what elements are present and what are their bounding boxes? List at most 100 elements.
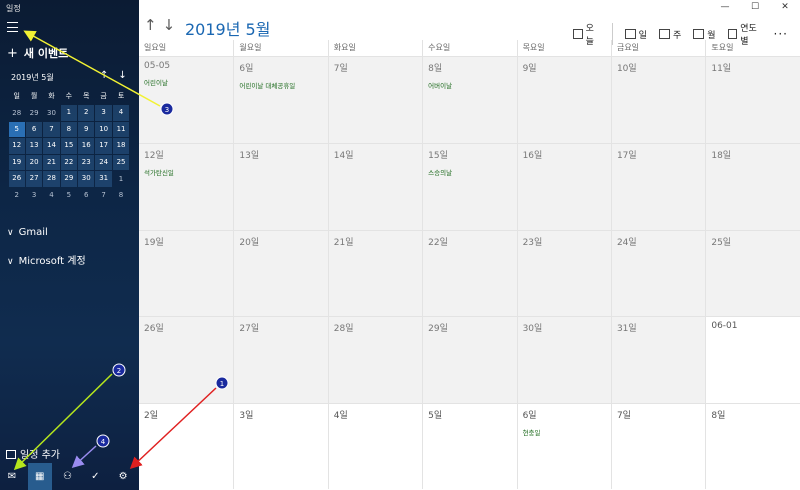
- calendar-day-cell[interactable]: 24일: [610, 229, 706, 317]
- calendar-day-cell[interactable]: 25일: [705, 229, 800, 317]
- add-calendar-button[interactable]: 일정 추가: [6, 446, 60, 461]
- mini-calendar-day[interactable]: 30: [43, 105, 60, 122]
- mini-calendar-day[interactable]: 1: [112, 171, 129, 188]
- mini-calendar-day[interactable]: 23: [78, 154, 95, 170]
- mail-icon[interactable]: ✉: [0, 463, 24, 490]
- mini-calendar-day[interactable]: 20: [25, 154, 43, 170]
- mini-calendar-day[interactable]: 2: [78, 105, 95, 121]
- new-event-button[interactable]: + 새 이벤트: [7, 45, 68, 61]
- mini-calendar-day[interactable]: 28: [43, 171, 60, 187]
- calendar-day-cell[interactable]: 16일: [516, 142, 611, 230]
- arrow-down-icon[interactable]: ↓: [163, 16, 182, 34]
- mini-calendar-day[interactable]: 28: [8, 105, 25, 122]
- calendar-day-cell[interactable]: 7일: [327, 56, 423, 143]
- calendar-day-cell[interactable]: 22일: [422, 229, 517, 317]
- holiday-event[interactable]: 석가탄신일: [144, 167, 228, 177]
- calendar-day-cell[interactable]: 31일: [610, 316, 706, 404]
- calendar-icon[interactable]: ▦: [27, 463, 52, 490]
- mini-calendar-day[interactable]: 17: [95, 138, 112, 154]
- calendar-day-cell[interactable]: 11일: [705, 56, 800, 143]
- mini-calendar-day[interactable]: 9: [78, 121, 95, 137]
- calendar-day-cell[interactable]: 28일: [327, 316, 423, 404]
- calendar-day-cell[interactable]: 20일: [233, 229, 328, 317]
- mini-calendar-day[interactable]: 12: [8, 138, 25, 154]
- holiday-event[interactable]: 스승의날: [428, 167, 511, 177]
- calendar-day-cell[interactable]: 6일 현충일: [516, 403, 611, 490]
- mini-calendar-day[interactable]: 5: [8, 121, 25, 137]
- account-gmail[interactable]: ∨ Gmail: [7, 227, 48, 238]
- calendar-day-cell[interactable]: 13일: [233, 142, 328, 230]
- calendar-day-cell[interactable]: 9일: [516, 56, 611, 143]
- mini-calendar-day[interactable]: 4: [112, 105, 130, 121]
- holiday-event[interactable]: 현충일: [523, 427, 606, 437]
- arrow-down-icon[interactable]: ↓: [118, 70, 136, 81]
- mini-calendar-day[interactable]: 6: [25, 121, 43, 137]
- mini-calendar-day[interactable]: 3: [25, 187, 42, 204]
- calendar-day-cell[interactable]: 19일: [139, 229, 234, 317]
- calendar-day-cell[interactable]: 06-01: [705, 316, 800, 404]
- arrow-up-icon[interactable]: ↑: [144, 16, 163, 34]
- mini-calendar-day[interactable]: 14: [43, 138, 60, 154]
- calendar-day-cell[interactable]: 2일: [139, 403, 234, 490]
- holiday-event[interactable]: 어버이날: [428, 80, 511, 90]
- mini-calendar-day[interactable]: 29: [25, 105, 42, 122]
- day-view-button[interactable]: 일: [624, 28, 647, 41]
- calendar-day-cell[interactable]: 15일 스승의날: [422, 142, 517, 230]
- mini-calendar-day[interactable]: 16: [78, 138, 95, 154]
- people-icon[interactable]: ⚇: [56, 463, 80, 490]
- mini-calendar-day[interactable]: 4: [43, 187, 60, 204]
- mini-calendar-day[interactable]: 3: [95, 105, 112, 121]
- hamburger-menu-icon[interactable]: [7, 22, 18, 32]
- week-view-button[interactable]: 주: [658, 28, 681, 41]
- account-microsoft[interactable]: ∨ Microsoft 계정: [7, 252, 86, 267]
- mini-calendar-day[interactable]: 26: [8, 171, 25, 187]
- calendar-day-cell[interactable]: 21일: [327, 229, 423, 317]
- minimize-button[interactable]: —: [710, 0, 740, 14]
- arrow-up-icon[interactable]: ↑: [100, 70, 118, 81]
- calendar-day-cell[interactable]: 3일: [233, 403, 328, 490]
- calendar-day-cell[interactable]: 23일: [516, 229, 611, 317]
- mini-calendar-day[interactable]: 2: [8, 187, 25, 204]
- holiday-event[interactable]: 어린이날: [144, 77, 228, 87]
- mini-calendar-day[interactable]: 10: [95, 121, 112, 137]
- mini-calendar-day[interactable]: 8: [112, 187, 129, 204]
- calendar-day-cell[interactable]: 26일: [139, 316, 234, 404]
- mini-calendar-day[interactable]: 25: [112, 154, 130, 170]
- todo-check-icon[interactable]: ✓: [83, 463, 107, 490]
- calendar-day-cell[interactable]: 7일: [610, 403, 706, 490]
- mini-calendar-day[interactable]: 21: [43, 154, 60, 170]
- calendar-day-cell[interactable]: 10일: [610, 56, 706, 143]
- mini-calendar-day[interactable]: 15: [60, 138, 78, 154]
- settings-gear-icon[interactable]: ⚙: [111, 463, 135, 490]
- mini-calendar-day[interactable]: 27: [25, 171, 43, 187]
- calendar-day-cell[interactable]: 8일 어버이날: [422, 56, 517, 143]
- mini-calendar-day[interactable]: 29: [60, 171, 78, 187]
- mini-calendar-day[interactable]: 19: [8, 154, 25, 170]
- mini-calendar-day[interactable]: 7: [95, 187, 112, 204]
- close-button[interactable]: ✕: [770, 0, 800, 14]
- mini-calendar-day[interactable]: 5: [60, 187, 77, 204]
- calendar-day-cell[interactable]: 30일: [516, 316, 611, 404]
- calendar-day-cell[interactable]: 17일: [610, 142, 706, 230]
- mini-calendar-day[interactable]: 8: [60, 121, 78, 137]
- calendar-day-cell[interactable]: 5일: [422, 403, 517, 490]
- calendar-day-cell[interactable]: 27일: [233, 316, 328, 404]
- mini-calendar-day[interactable]: 24: [95, 154, 112, 170]
- mini-calendar-day[interactable]: 18: [112, 138, 130, 154]
- calendar-day-cell[interactable]: 12일 석가탄신일: [139, 142, 234, 230]
- calendar-day-cell[interactable]: 8일: [705, 403, 800, 490]
- mini-calendar-day[interactable]: 6: [78, 187, 95, 204]
- more-options-button[interactable]: ···: [774, 27, 788, 41]
- mini-calendar-day[interactable]: 30: [78, 171, 95, 187]
- mini-calendar-day[interactable]: 13: [25, 138, 43, 154]
- month-view-button[interactable]: 월: [693, 28, 716, 41]
- calendar-day-cell[interactable]: 29일: [422, 316, 517, 404]
- calendar-day-cell[interactable]: 14일: [327, 142, 423, 230]
- mini-calendar-day[interactable]: 11: [112, 121, 130, 137]
- holiday-event[interactable]: 어린이날 대체공휴일: [239, 80, 322, 90]
- mini-calendar-day[interactable]: 22: [60, 154, 78, 170]
- maximize-button[interactable]: ☐: [740, 0, 770, 14]
- calendar-day-cell[interactable]: 6일 어린이날 대체공휴일: [233, 56, 328, 143]
- mini-calendar-day[interactable]: 7: [43, 121, 60, 137]
- calendar-day-cell[interactable]: 18일: [705, 142, 800, 230]
